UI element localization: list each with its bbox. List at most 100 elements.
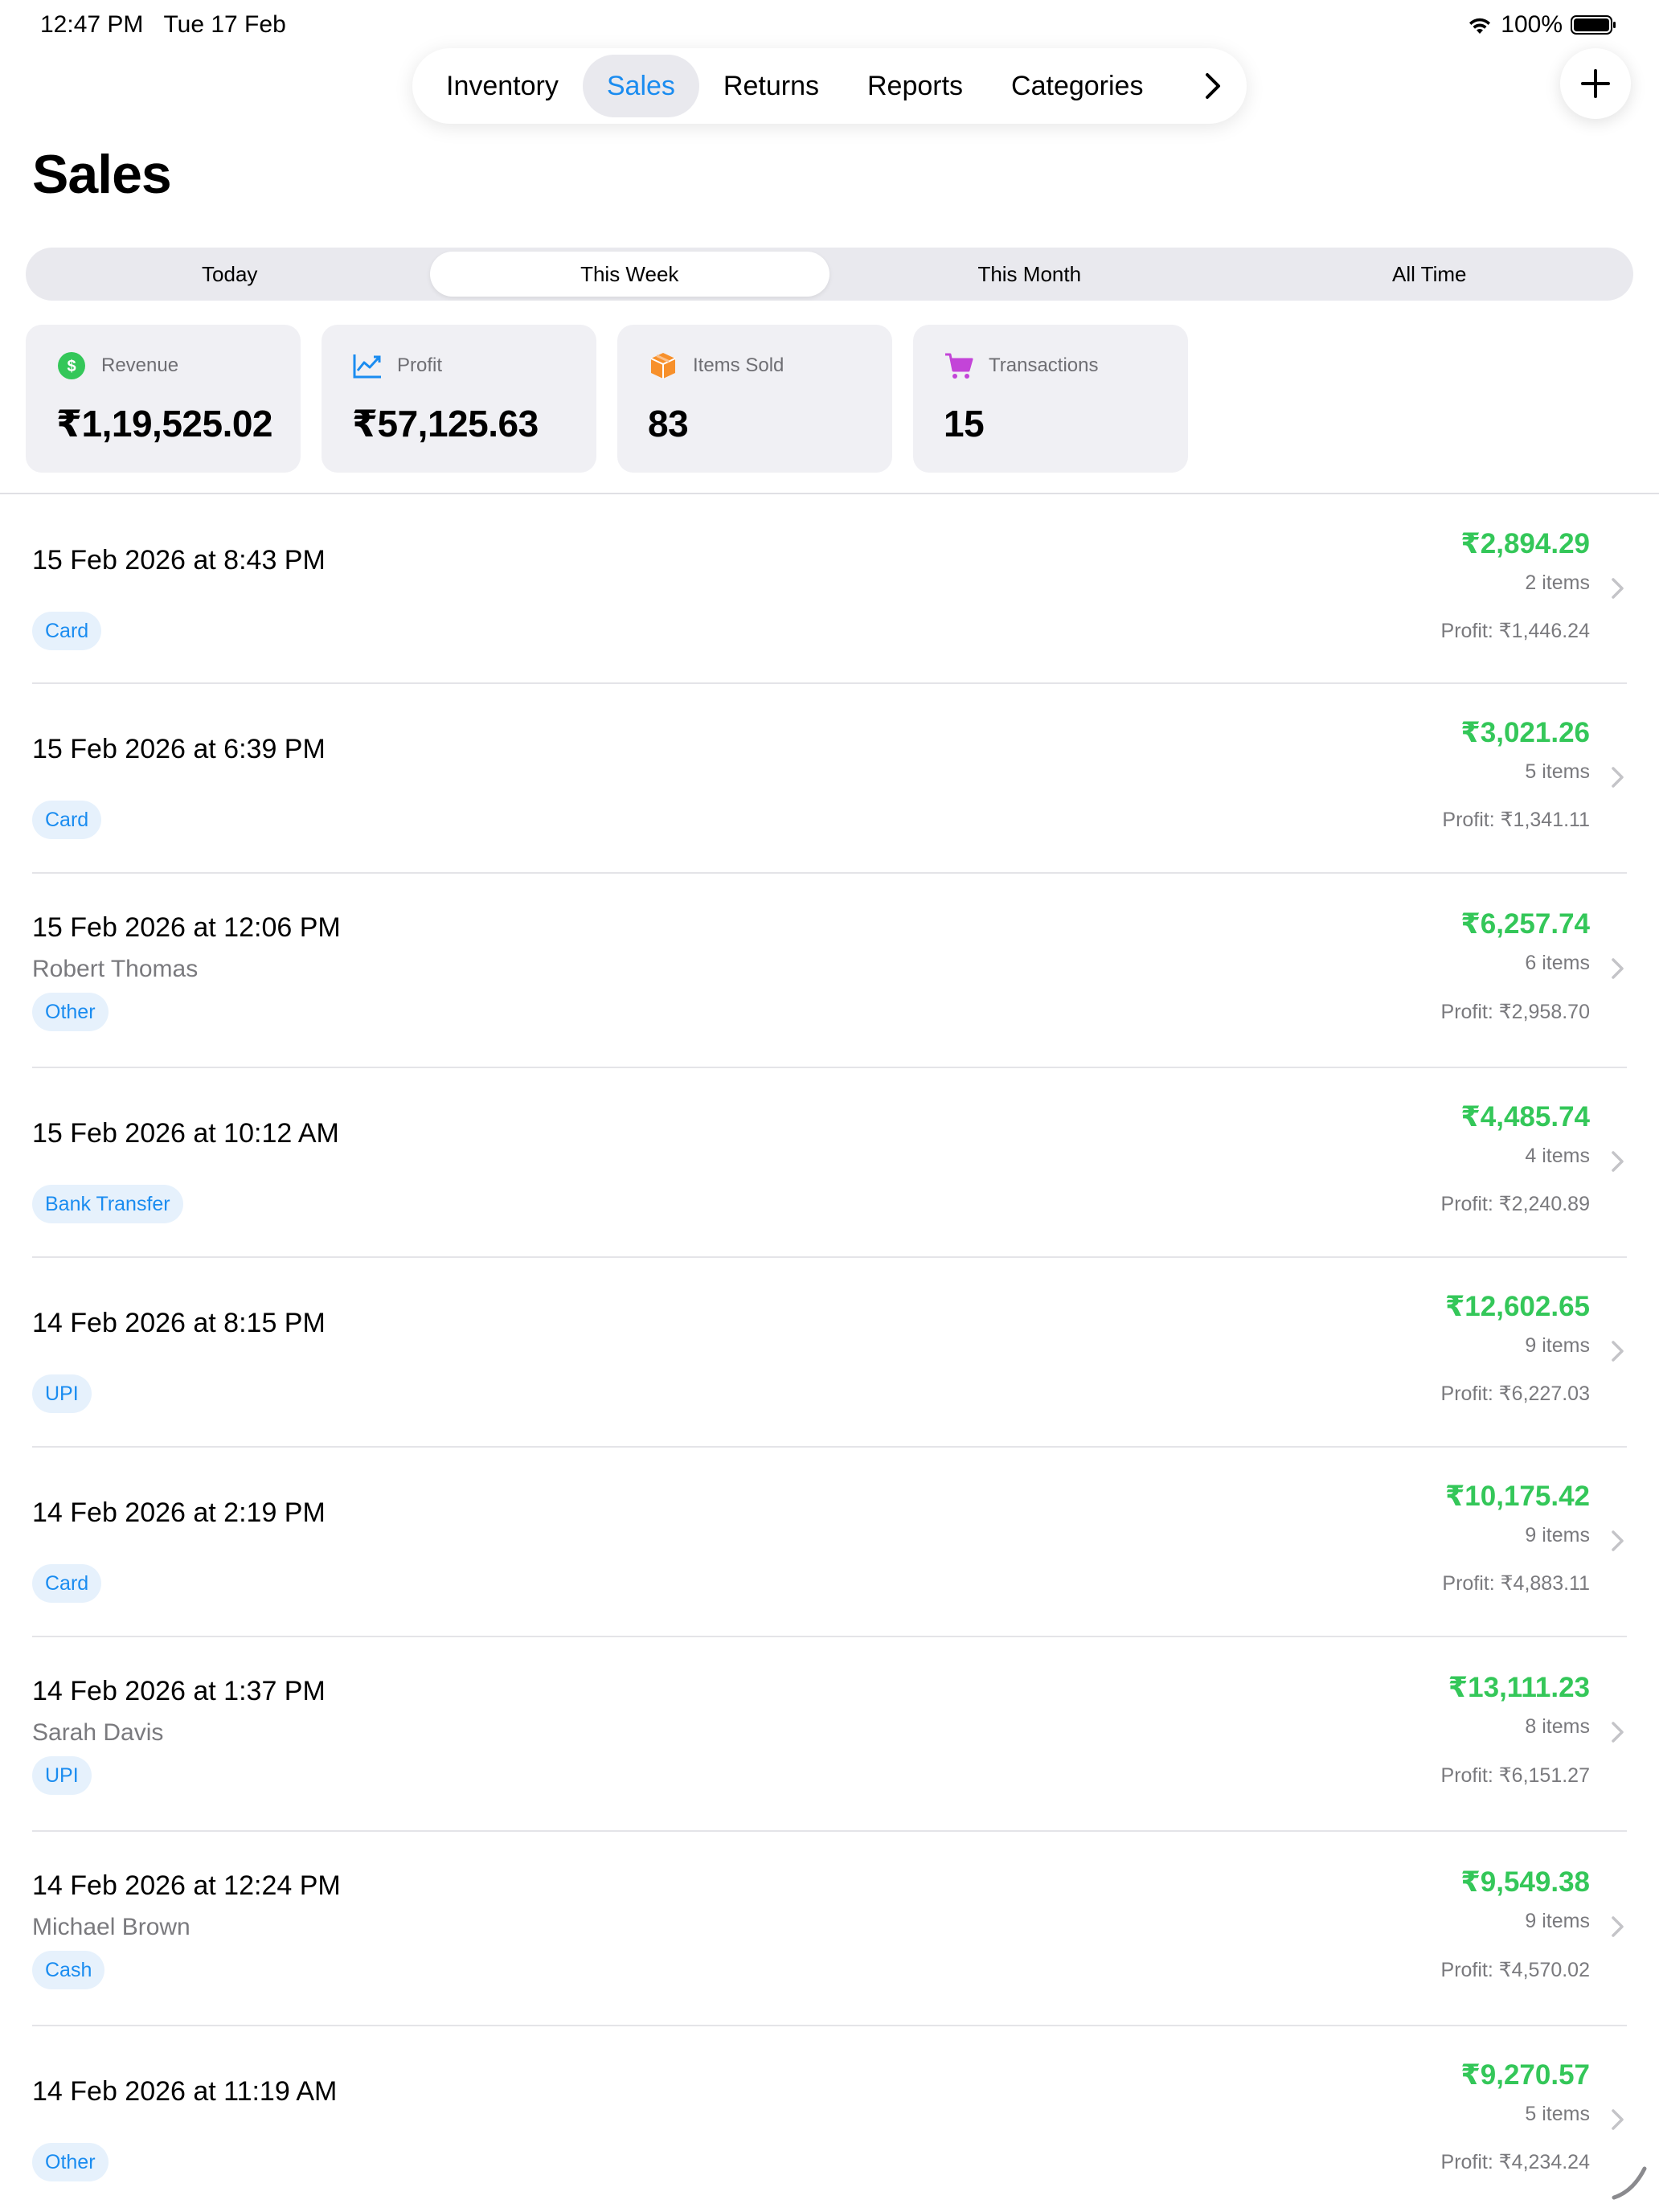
sale-profit: Profit: ₹2,958.70 [1440, 1001, 1590, 1023]
sale-item-count: 9 items [1525, 1334, 1590, 1357]
sale-row[interactable]: 14 Feb 2026 at 8:15 PM UPI ₹12,602.65 9 … [32, 1258, 1627, 1448]
sale-row[interactable]: 14 Feb 2026 at 11:19 AM Other ₹9,270.57 … [32, 2026, 1627, 2212]
tab-reports[interactable]: Reports [843, 55, 987, 117]
chevron-right-icon [1612, 958, 1624, 979]
stat-card-transactions: Transactions 15 [913, 325, 1188, 473]
stat-value: ₹1,19,525.02 [56, 403, 273, 444]
payment-method-badge: Card [32, 612, 102, 650]
chevron-right-icon [1612, 767, 1624, 788]
segment-this-month[interactable]: This Month [830, 252, 1230, 297]
chevron-right-icon [1612, 578, 1624, 599]
stat-label: Revenue [101, 354, 179, 376]
nav-more-button[interactable] [1189, 55, 1237, 117]
sale-amount: ₹6,257.74 [1460, 908, 1590, 940]
sale-date: 14 Feb 2026 at 2:19 PM [32, 1497, 326, 1528]
box-icon [648, 350, 678, 381]
stat-card-profit: Profit ₹57,125.63 [322, 325, 596, 473]
plus-icon [1581, 69, 1610, 98]
sale-item-count: 9 items [1525, 1524, 1590, 1546]
sale-amount: ₹13,111.23 [1448, 1672, 1590, 1703]
sale-item-count: 2 items [1525, 571, 1590, 594]
sale-item-count: 5 items [1525, 2103, 1590, 2125]
payment-method-badge: Card [32, 1564, 102, 1603]
stat-value: ₹57,125.63 [352, 403, 539, 444]
stat-value: 83 [648, 403, 689, 444]
sale-date: 15 Feb 2026 at 12:06 PM [32, 912, 341, 943]
sale-amount: ₹10,175.42 [1444, 1481, 1590, 1512]
sale-profit: Profit: ₹1,341.11 [1442, 809, 1590, 831]
dollar-circle-icon: $ [56, 350, 87, 381]
sale-profit: Profit: ₹6,151.27 [1440, 1764, 1590, 1787]
sale-amount: ₹2,894.29 [1460, 528, 1590, 559]
sale-item-count: 9 items [1525, 1910, 1590, 1932]
payment-method-badge: UPI [32, 1374, 92, 1413]
sale-row[interactable]: 14 Feb 2026 at 2:19 PM Card ₹10,175.42 9… [32, 1448, 1627, 1637]
sale-date: 15 Feb 2026 at 6:39 PM [32, 734, 326, 764]
chevron-right-icon [1612, 1916, 1624, 1937]
sale-date: 15 Feb 2026 at 10:12 AM [32, 1118, 339, 1149]
chevron-right-icon [1612, 1341, 1624, 1362]
stat-value: 15 [944, 403, 985, 444]
sale-customer: Sarah Davis [32, 1719, 164, 1746]
sale-profit: Profit: ₹4,883.11 [1442, 1572, 1590, 1595]
sale-amount: ₹4,485.74 [1460, 1101, 1590, 1133]
battery-percent: 100% [1501, 11, 1563, 38]
sale-amount: ₹9,270.57 [1460, 2059, 1590, 2091]
sale-profit: Profit: ₹1,446.24 [1440, 620, 1590, 642]
sale-date: 14 Feb 2026 at 8:15 PM [32, 1308, 326, 1338]
payment-method-badge: Bank Transfer [32, 1185, 183, 1223]
status-clock: 12:47 PM [40, 11, 144, 38]
sale-item-count: 6 items [1525, 952, 1590, 974]
payment-method-badge: Card [32, 801, 102, 839]
payment-method-badge: Other [32, 2143, 109, 2181]
sale-item-count: 8 items [1525, 1715, 1590, 1738]
segment-all-time[interactable]: All Time [1230, 252, 1630, 297]
scroll-indicator[interactable] [1609, 2162, 1649, 2202]
sale-row[interactable]: 14 Feb 2026 at 12:24 PM Michael Brown Ca… [32, 1832, 1627, 2026]
sale-amount: ₹3,021.26 [1460, 717, 1590, 748]
sale-profit: Profit: ₹2,240.89 [1440, 1193, 1590, 1215]
cart-icon [944, 350, 974, 381]
svg-text:$: $ [67, 358, 76, 375]
stat-label: Profit [397, 354, 443, 376]
stat-label: Transactions [989, 354, 1099, 376]
sale-item-count: 4 items [1525, 1145, 1590, 1167]
sale-date: 14 Feb 2026 at 1:37 PM [32, 1676, 326, 1706]
stat-card-items-sold: Items Sold 83 [617, 325, 892, 473]
wifi-icon [1469, 18, 1491, 34]
chevron-right-icon [1612, 1151, 1624, 1172]
stat-card-revenue: $ Revenue ₹1,19,525.02 [26, 325, 301, 473]
sale-profit: Profit: ₹4,234.24 [1440, 2151, 1590, 2173]
sale-profit: Profit: ₹6,227.03 [1440, 1382, 1590, 1405]
sale-amount: ₹12,602.65 [1444, 1291, 1590, 1322]
battery-icon [1571, 15, 1616, 35]
segment-today[interactable]: Today [30, 252, 430, 297]
tab-inventory[interactable]: Inventory [422, 55, 583, 117]
add-sale-button[interactable] [1560, 48, 1631, 119]
sale-customer: Robert Thomas [32, 956, 199, 982]
chevron-right-icon [1612, 2109, 1624, 2130]
sale-row[interactable]: 14 Feb 2026 at 1:37 PM Sarah Davis UPI ₹… [32, 1637, 1627, 1832]
sale-row[interactable]: 15 Feb 2026 at 12:06 PM Robert Thomas Ot… [32, 874, 1627, 1068]
period-segmented-control: Today This Week This Month All Time [26, 248, 1633, 301]
tab-returns[interactable]: Returns [699, 55, 843, 117]
chevron-right-icon [1612, 1722, 1624, 1743]
tab-sales[interactable]: Sales [582, 55, 699, 117]
sale-date: 14 Feb 2026 at 11:19 AM [32, 2076, 338, 2107]
segment-this-week[interactable]: This Week [429, 252, 830, 297]
sale-customer: Michael Brown [32, 1914, 190, 1940]
page-title: Sales [32, 144, 172, 205]
sale-row[interactable]: 15 Feb 2026 at 8:43 PM Card ₹2,894.29 2 … [32, 494, 1627, 684]
summary-stats: $ Revenue ₹1,19,525.02 Profit ₹57,125.63… [26, 325, 1188, 473]
tab-categories[interactable]: Categories [987, 55, 1167, 117]
status-bar: 12:47 PM Tue 17 Feb 100% [0, 0, 1659, 51]
sale-row[interactable]: 15 Feb 2026 at 6:39 PM Card ₹3,021.26 5 … [32, 684, 1627, 874]
trend-chart-icon [352, 350, 383, 381]
chevron-right-icon [1206, 73, 1220, 99]
payment-method-badge: Cash [32, 1951, 105, 1989]
sale-item-count: 5 items [1525, 760, 1590, 783]
sale-date: 14 Feb 2026 at 12:24 PM [32, 1870, 341, 1901]
status-indicators: 100% [1467, 11, 1617, 39]
status-time: 12:47 PM Tue 17 Feb [40, 11, 286, 39]
sale-row[interactable]: 15 Feb 2026 at 10:12 AM Bank Transfer ₹4… [32, 1068, 1627, 1258]
